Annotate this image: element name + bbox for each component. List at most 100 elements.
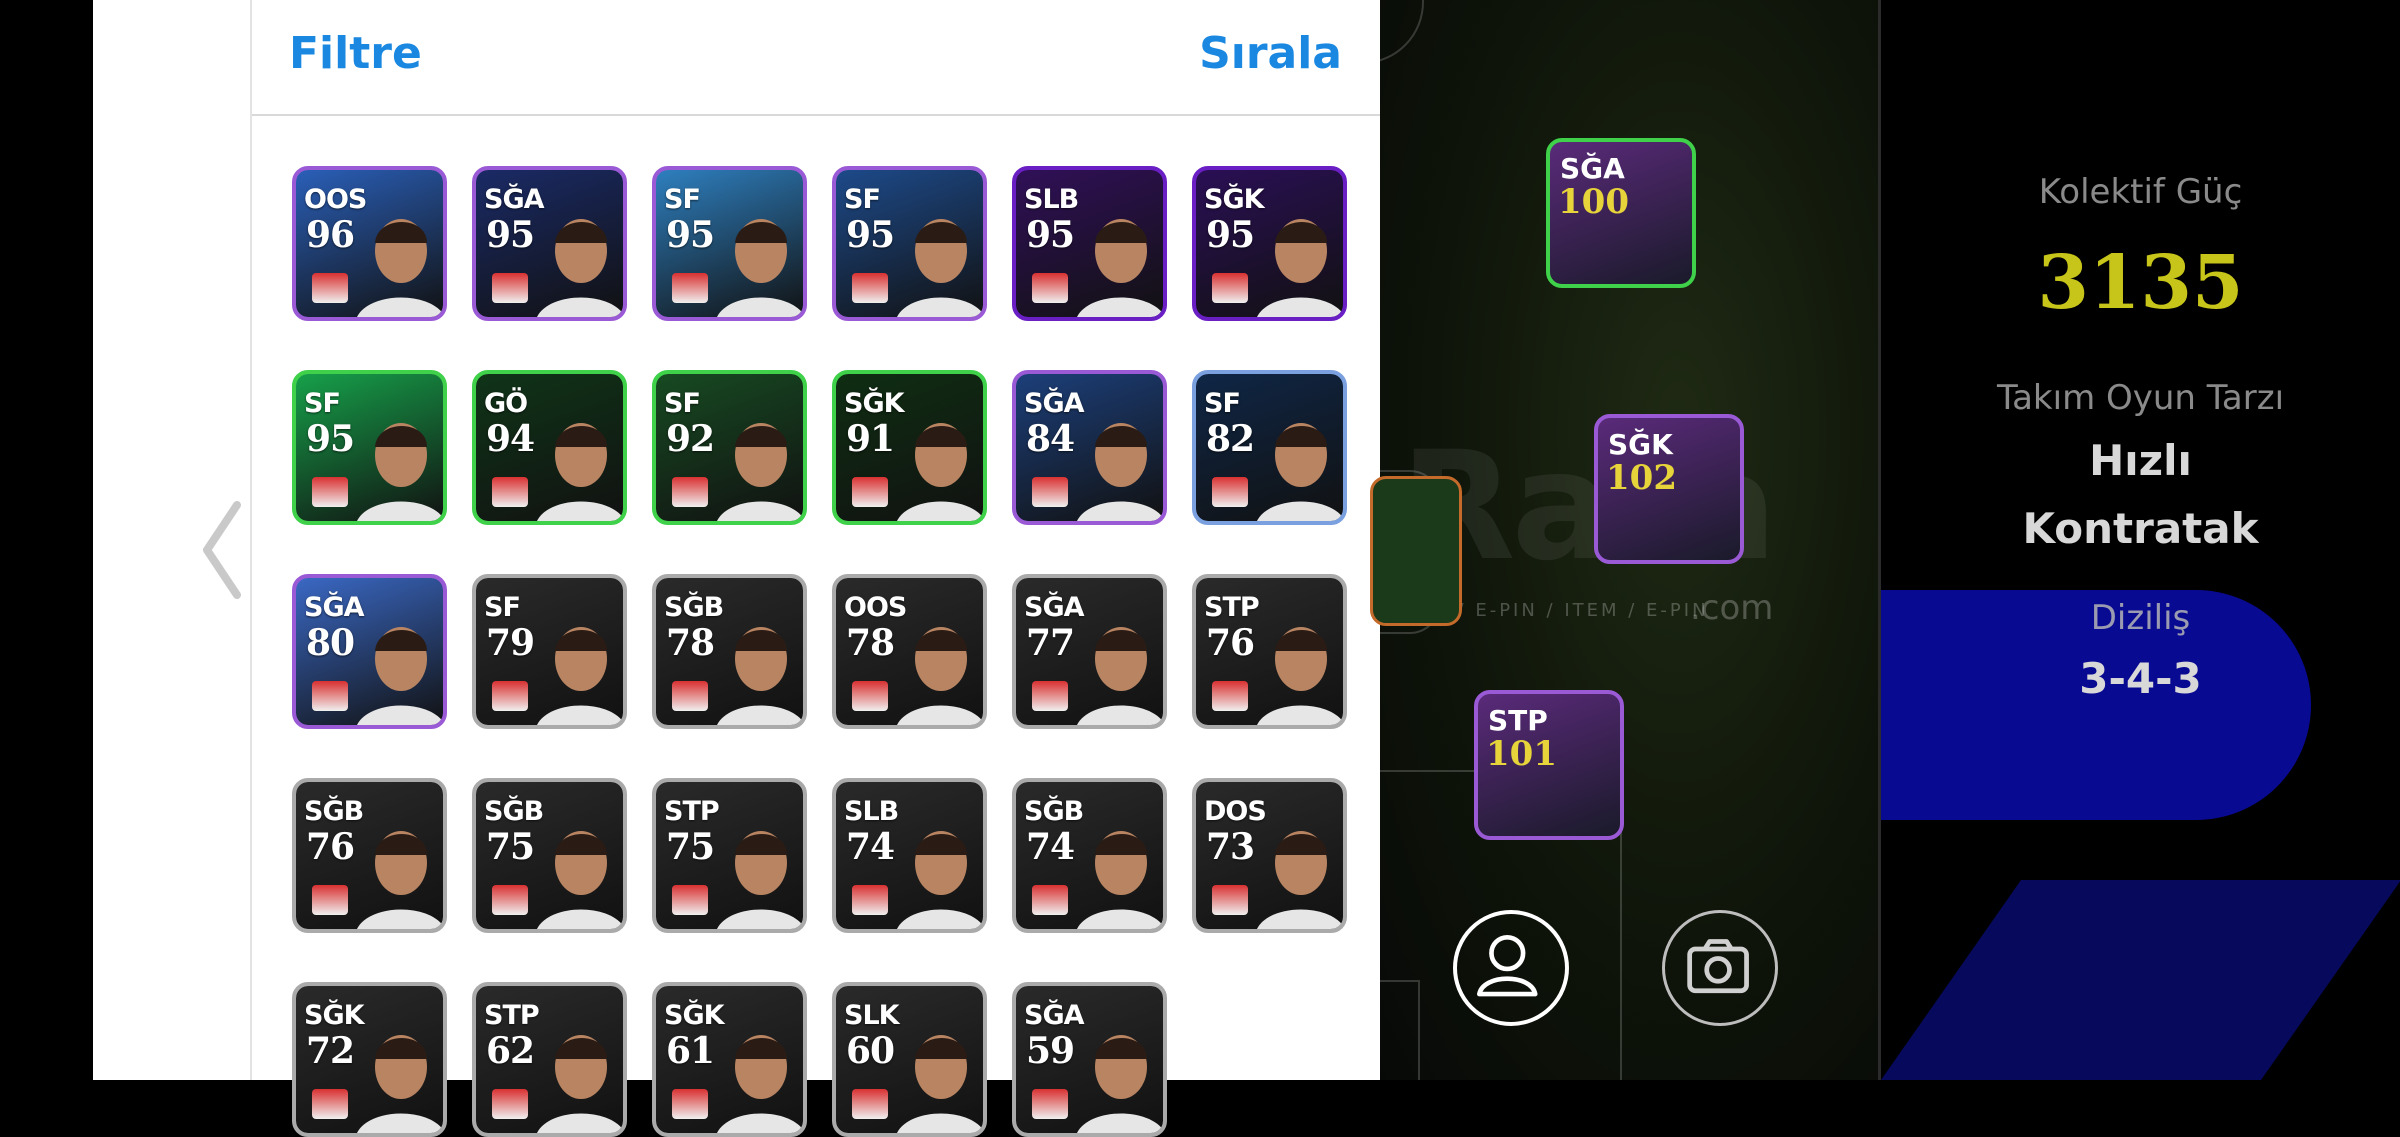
player-card[interactable]: SĞA 77 — [1012, 574, 1167, 729]
player-list-area: Filtre Sırala OOS 96 SĞA 95 SF 95 SF 95 SLB 95 SĞK… — [252, 0, 1380, 1137]
club-badge-icon — [1032, 681, 1068, 711]
player-card[interactable]: GÖ 94 — [472, 370, 627, 525]
card-position: SĞB — [1024, 796, 1084, 827]
card-rating: 95 — [486, 214, 535, 256]
player-card[interactable]: STP 62 — [472, 982, 627, 1137]
club-badge-icon — [492, 885, 528, 915]
player-card[interactable]: SF 79 — [472, 574, 627, 729]
club-badge-icon — [492, 477, 528, 507]
card-rating: 95 — [1026, 214, 1075, 256]
player-card[interactable]: SĞK 61 — [652, 982, 807, 1137]
card-background: SLB 74 — [836, 782, 983, 929]
card-rating: 60 — [846, 1030, 895, 1072]
club-badge-icon — [312, 273, 348, 303]
player-card[interactable]: OOS 96 — [292, 166, 447, 321]
player-card[interactable]: SĞK 72 — [292, 982, 447, 1137]
player-profile-button[interactable] — [1453, 910, 1569, 1026]
player-card[interactable]: STP 75 — [652, 778, 807, 933]
player-card[interactable]: SĞB 74 — [1012, 778, 1167, 933]
card-rating: 76 — [306, 826, 355, 868]
card-rating: 82 — [1206, 418, 1255, 460]
card-background: SĞK 95 — [1196, 170, 1343, 317]
club-badge-icon — [312, 477, 348, 507]
card-position: SĞK — [304, 1000, 365, 1031]
player-portrait-icon — [357, 627, 443, 725]
player-portrait-icon — [897, 219, 983, 317]
club-badge-icon — [852, 273, 888, 303]
card-position: SĞB — [304, 796, 364, 827]
player-card[interactable]: SĞB 75 — [472, 778, 627, 933]
club-badge-icon — [492, 1089, 528, 1119]
field-player-card[interactable]: SĞA 100 — [1546, 138, 1696, 288]
player-card[interactable]: SĞK 91 — [832, 370, 987, 525]
strength-value: 3135 — [2037, 240, 2244, 326]
player-card[interactable]: SLK 60 — [832, 982, 987, 1137]
club-badge-icon — [1212, 885, 1248, 915]
decor-strip — [1881, 880, 2400, 1080]
card-rating: 76 — [1206, 622, 1255, 664]
filter-button[interactable]: Filtre — [289, 28, 422, 79]
player-card[interactable]: DOS 73 — [1192, 778, 1347, 933]
player-card[interactable]: OOS 78 — [832, 574, 987, 729]
card-position: DOS — [1204, 796, 1267, 827]
player-card[interactable]: STP 76 — [1192, 574, 1347, 729]
card-background: STP 76 — [1196, 578, 1343, 725]
player-card[interactable]: SLB 95 — [1012, 166, 1167, 321]
player-card[interactable]: SĞA 80 — [292, 574, 447, 729]
card-position: SĞB — [484, 796, 544, 827]
card-background: SĞA 80 — [296, 578, 443, 725]
player-portrait-icon — [897, 831, 983, 929]
formation-value: 3-4-3 — [2079, 654, 2202, 703]
player-card[interactable]: SĞB 76 — [292, 778, 447, 933]
card-rating: 84 — [1026, 418, 1075, 460]
card-background: SLK 60 — [836, 986, 983, 1133]
player-card[interactable]: SF 95 — [292, 370, 447, 525]
field-player-card-partial[interactable] — [1370, 476, 1462, 626]
player-portrait-icon — [357, 423, 443, 521]
chevron-left-icon[interactable] — [193, 495, 253, 605]
card-background: SĞB 78 — [656, 578, 803, 725]
club-badge-icon — [672, 273, 708, 303]
play-style-value-line1: Hızlı — [2089, 436, 2192, 485]
player-card[interactable]: SĞB 78 — [652, 574, 807, 729]
card-rating: 74 — [846, 826, 895, 868]
camera-icon — [1687, 939, 1749, 994]
card-position: OOS — [844, 592, 907, 623]
sort-button[interactable]: Sırala — [1199, 28, 1342, 79]
card-position: SĞK — [1204, 184, 1265, 215]
player-card[interactable]: SF 95 — [652, 166, 807, 321]
field-player-card[interactable]: SĞK 102 — [1594, 414, 1744, 564]
card-rating: 100 — [1558, 182, 1629, 222]
player-portrait-icon — [1077, 627, 1163, 725]
card-background: SĞA 77 — [1016, 578, 1163, 725]
card-position: SLB — [1024, 184, 1079, 215]
field-player-card[interactable]: STP 101 — [1474, 690, 1624, 840]
card-background: SF 79 — [476, 578, 623, 725]
player-portrait-icon — [1077, 831, 1163, 929]
card-position: STP — [484, 1000, 540, 1031]
camera-button[interactable] — [1662, 910, 1778, 1026]
player-card[interactable]: SĞK 95 — [1192, 166, 1347, 321]
card-rating: 94 — [486, 418, 535, 460]
player-card[interactable]: SĞA 84 — [1012, 370, 1167, 525]
card-rating: 91 — [846, 418, 895, 460]
card-background: SĞB 76 — [296, 782, 443, 929]
player-card[interactable]: SF 82 — [1192, 370, 1347, 525]
play-style-label: Takım Oyun Tarzı — [1996, 378, 2285, 418]
card-position: SĞA — [1560, 152, 1625, 185]
card-rating: 59 — [1026, 1030, 1075, 1072]
club-badge-icon — [1212, 273, 1248, 303]
player-portrait-icon — [357, 1035, 443, 1133]
card-position: STP — [1488, 704, 1548, 737]
player-card[interactable]: SF 95 — [832, 166, 987, 321]
player-card[interactable]: SF 92 — [652, 370, 807, 525]
player-card[interactable]: SĞA 59 — [1012, 982, 1167, 1137]
card-position: SĞK — [844, 388, 905, 419]
player-card[interactable]: SLB 74 — [832, 778, 987, 933]
card-background: SĞB 75 — [476, 782, 623, 929]
list-header: Filtre Sırala — [252, 0, 1380, 116]
player-card[interactable]: SĞA 95 — [472, 166, 627, 321]
player-portrait-icon — [537, 831, 623, 929]
player-portrait-icon — [1257, 627, 1343, 725]
player-portrait-icon — [537, 219, 623, 317]
